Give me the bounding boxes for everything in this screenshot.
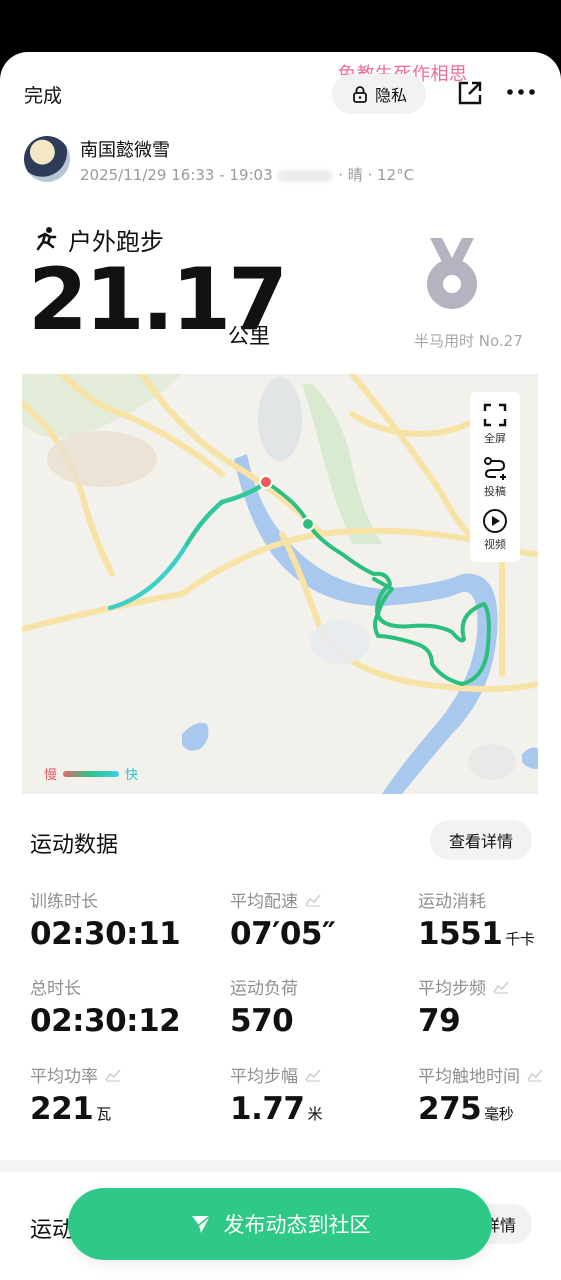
legend-gradient: [63, 770, 120, 777]
time-range: 2025/11/29 16:33 - 19:03: [80, 166, 273, 184]
stat-number: 221: [30, 1091, 94, 1127]
stat-avg-stride[interactable]: 平均步幅 1.77 米: [230, 1062, 322, 1127]
pace-legend: 慢 快: [44, 764, 138, 783]
trend-chart-icon: [105, 1068, 121, 1082]
distance-unit: 公里: [228, 324, 270, 348]
section-divider: [0, 1160, 561, 1172]
stat-value: 570: [230, 1003, 298, 1039]
trend-chart-icon: [493, 980, 509, 994]
stat-value: 1551 千卡: [418, 916, 535, 952]
route-submit-button[interactable]: 投稿: [482, 455, 508, 499]
weather: · 晴 · 12°C: [338, 166, 415, 184]
fullscreen-icon: [483, 404, 507, 427]
done-button[interactable]: 完成: [24, 81, 62, 108]
stat-label: 总时长: [30, 979, 81, 999]
lock-icon: [353, 86, 367, 103]
stat-total-time: 总时长 02:30:12: [30, 974, 181, 1039]
stat-value: 79: [418, 1003, 510, 1039]
stat-label: 运动消耗: [418, 892, 486, 912]
top-bar: 完成 免教生死作相思 隐私: [0, 52, 561, 132]
medal-label: 半马用时 No.27: [414, 332, 523, 350]
trend-chart-icon: [305, 893, 321, 907]
stat-value: 1.77 米: [230, 1091, 322, 1127]
stat-unit: 米: [307, 1105, 323, 1123]
stat-unit: 毫秒: [484, 1105, 514, 1123]
stat-number: 275: [418, 1091, 482, 1127]
stat-label: 运动负荷: [230, 979, 298, 999]
stat-value: 275 毫秒: [418, 1091, 544, 1127]
stat-label: 平均功率: [30, 1067, 98, 1087]
stat-label: 平均步幅: [230, 1067, 298, 1087]
stat-number: 1.77: [230, 1091, 305, 1127]
stat-number: 07′05″: [230, 916, 336, 952]
stat-calories: 运动消耗 1551 千卡: [418, 887, 535, 952]
trend-chart-icon: [305, 1068, 321, 1082]
route-submit-icon: [484, 456, 506, 480]
legend-slow: 慢: [44, 768, 58, 783]
activity-meta: 2025/11/29 16:33 - 19:03 · 晴 · 12°C: [80, 164, 414, 185]
stat-number: 1551: [418, 916, 503, 952]
more-icon[interactable]: [506, 80, 536, 104]
stat-number: 02:30:12: [30, 1003, 181, 1039]
stat-number: 570: [230, 1003, 294, 1039]
username: 南国懿微雪: [80, 140, 170, 161]
stat-label-row: 平均功率: [30, 1062, 122, 1087]
video-label: 视频: [484, 537, 506, 551]
stat-label-row: 平均配速: [230, 887, 335, 912]
stat-number: 79: [418, 1003, 461, 1039]
stat-label: 训练时长: [30, 892, 98, 912]
share-icon[interactable]: [456, 79, 484, 107]
fullscreen-button[interactable]: 全屏: [482, 402, 508, 446]
stat-unit: 千卡: [505, 930, 535, 948]
stat-avg-power[interactable]: 平均功率 221 瓦: [30, 1062, 122, 1127]
legend-fast: 快: [125, 768, 139, 783]
avatar[interactable]: [24, 136, 70, 182]
stat-training-load: 运动负荷 570: [230, 974, 298, 1039]
route-submit-label: 投稿: [484, 484, 506, 498]
stat-avg-cadence[interactable]: 平均步频 79: [418, 974, 510, 1039]
play-video-icon: [483, 508, 507, 533]
stat-value: 07′05″: [230, 916, 336, 952]
stat-value: 02:30:12: [30, 1003, 181, 1039]
stat-number: 02:30:11: [30, 916, 181, 952]
stat-avg-pace[interactable]: 平均配速 07′05″: [230, 887, 336, 952]
publish-to-community-button[interactable]: 发布动态到社区: [68, 1188, 492, 1260]
stat-ground-contact[interactable]: 平均触地时间 275 毫秒: [418, 1062, 544, 1127]
stat-label: 平均触地时间: [418, 1067, 520, 1087]
privacy-button[interactable]: 隐私: [332, 74, 426, 114]
trend-chart-icon: [527, 1068, 543, 1082]
map-toolbar: 全屏 投稿 视频: [470, 392, 520, 562]
stat-value: 221 瓦: [30, 1091, 122, 1127]
stat-label-row: 平均步幅: [230, 1062, 322, 1087]
view-details-button[interactable]: 查看详情: [430, 820, 532, 860]
location-blur: [277, 169, 334, 182]
stat-unit: 瓦: [96, 1105, 111, 1123]
privacy-label: 隐私: [374, 86, 407, 105]
publish-label: 发布动态到社区: [223, 1213, 371, 1237]
map-background: [22, 374, 538, 794]
stat-label: 平均步频: [418, 979, 486, 999]
medal-icon[interactable]: [424, 236, 480, 312]
route-map[interactable]: 全屏 投稿 视频 慢 快: [22, 374, 538, 794]
stat-label-row: 平均步频: [418, 974, 510, 999]
section-title: 运动数据: [30, 833, 119, 858]
stat-training-time: 训练时长 02:30:11: [30, 887, 181, 952]
stat-label-row: 平均触地时间: [418, 1062, 544, 1087]
activity-detail-sheet: 完成 免教生死作相思 隐私 南国懿微雪 2025/11/29 16:33 - 1…: [0, 52, 561, 1280]
video-button[interactable]: 视频: [482, 508, 508, 552]
fullscreen-label: 全屏: [484, 432, 506, 446]
stat-label: 平均配速: [230, 892, 298, 912]
stat-value: 02:30:11: [30, 916, 181, 952]
send-icon: [191, 1215, 210, 1233]
